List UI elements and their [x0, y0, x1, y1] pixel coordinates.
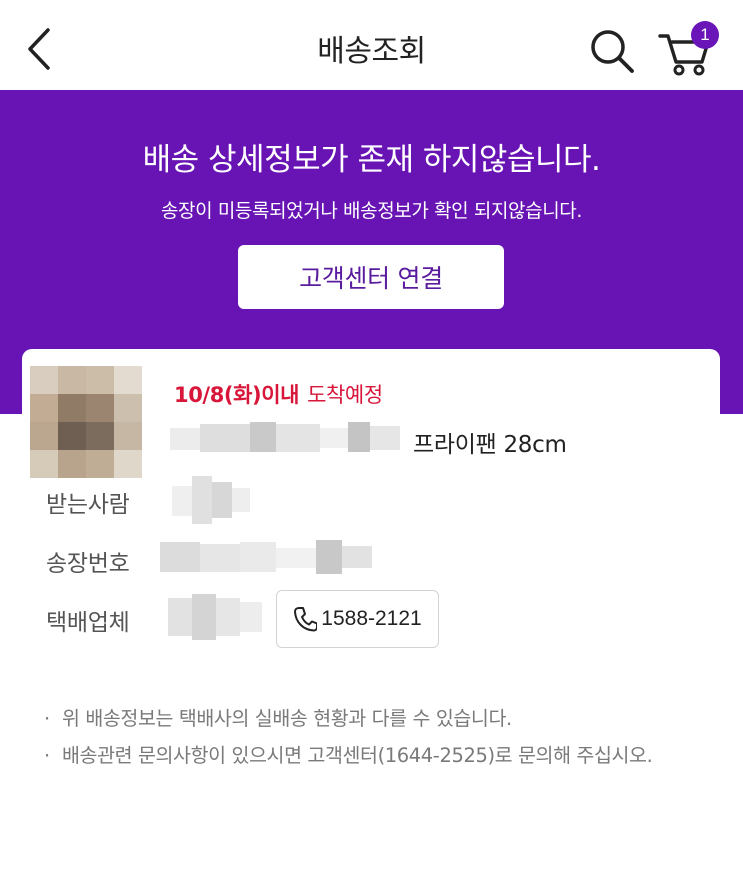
note-item: · 위 배송정보는 택배사의 실배송 현황과 다를 수 있습니다.: [44, 703, 694, 734]
search-button[interactable]: [588, 27, 636, 75]
product-name: 프라이팬 28cm: [413, 432, 567, 458]
blurred-invoice-number: [160, 540, 372, 574]
note-bullet: ·: [44, 744, 50, 767]
note-bullet: ·: [44, 707, 50, 730]
product-thumbnail[interactable]: [30, 366, 142, 478]
cart-count-badge: 1: [691, 21, 719, 49]
courier-phone-number: 1588-2121: [321, 607, 422, 630]
delivery-notes: · 위 배송정보는 택배사의 실배송 현황과 다를 수 있습니다. · 배송관련…: [44, 703, 694, 777]
recipient-label: 받는사람: [46, 492, 130, 518]
courier-call-button[interactable]: 1588-2121: [276, 590, 439, 648]
search-icon: [591, 30, 634, 73]
blurred-recipient: [172, 476, 250, 524]
note-text: 위 배송정보는 택배사의 실배송 현황과 다를 수 있습니다.: [62, 707, 512, 730]
customer-center-button[interactable]: 고객센터 연결: [238, 245, 504, 309]
banner-subtitle: 송장이 미등록되었거나 배송정보가 확인 되지않습니다.: [160, 200, 583, 222]
eta-status: 도착예정: [307, 383, 383, 407]
blurred-courier-name: [168, 594, 262, 640]
blurred-product-brand: [170, 422, 400, 452]
note-text: 배송관련 문의사항이 있으시면 고객센터(1644-2525)로 문의해 주십시…: [62, 744, 653, 767]
delivery-eta: 10/8(화)이내 도착예정: [174, 379, 383, 409]
banner-title: 배송 상세정보가 존재 하지않습니다.: [142, 142, 601, 178]
top-header: 배송조회 1: [0, 0, 743, 90]
courier-label: 택배업체: [46, 610, 130, 636]
note-item: · 배송관련 문의사항이 있으시면 고객센터(1644-2525)로 문의해 주…: [44, 740, 694, 771]
delivery-tracking-page: 배송조회 1 배송 상세정보가 존재 하지않습니다. 송장이 미등록되었거나 배…: [0, 0, 743, 896]
invoice-label: 송장번호: [46, 551, 130, 577]
eta-date: 10/8(화)이내: [174, 383, 300, 407]
phone-icon: [294, 607, 318, 632]
